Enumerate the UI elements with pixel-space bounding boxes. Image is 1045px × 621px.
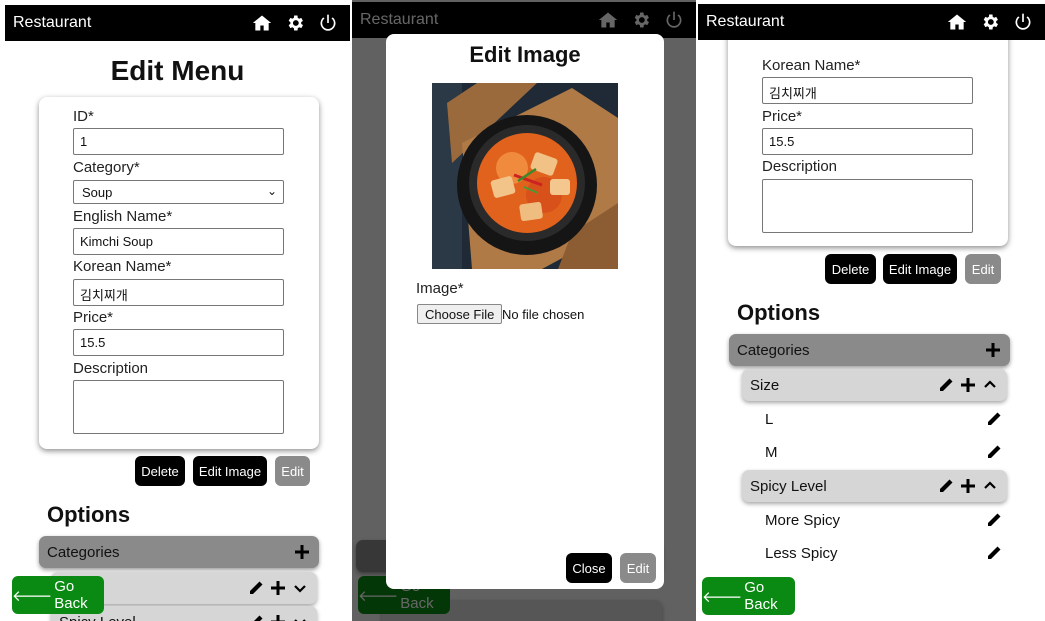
english-name-label: English Name* — [73, 208, 173, 225]
plus-icon[interactable] — [959, 477, 977, 495]
arrow-left-icon: 🡐 — [702, 588, 743, 606]
edit-menu-screen: Restaurant Edit Menu ID* 1 Category* Sou… — [5, 0, 350, 621]
price-label: Price* — [762, 108, 803, 125]
edit-image-button[interactable]: Edit Image — [193, 456, 267, 486]
brand-title[interactable]: Restaurant — [13, 14, 243, 32]
edit-image-screen: Restaurant 🡐 Go Back Edit Image — [352, 0, 696, 621]
chevron-down-icon: ⌄ — [266, 184, 277, 198]
option-item-label: L — [765, 410, 774, 428]
option-item: M — [765, 437, 1003, 467]
id-label: ID* — [73, 108, 94, 125]
arrow-left-icon: 🡐 — [12, 587, 53, 605]
pencil-icon[interactable] — [985, 544, 1003, 562]
categories-bar[interactable]: Categories — [39, 536, 319, 568]
pencil-icon[interactable] — [985, 410, 1003, 428]
id-input[interactable]: 1 — [73, 128, 284, 155]
description-textarea[interactable] — [762, 179, 973, 233]
home-icon[interactable] — [943, 8, 971, 36]
pencil-icon[interactable] — [937, 376, 955, 394]
menu-form-card: Kimchi Soup Korean Name* 김치찌개 Price* 15.… — [728, 10, 1008, 246]
korean-name-label: Korean Name* — [762, 57, 861, 74]
categories-label: Categories — [47, 543, 120, 561]
option-item: L — [765, 404, 1003, 434]
edit-image-button[interactable]: Edit Image — [883, 254, 957, 284]
edit-button[interactable]: Edit — [275, 456, 310, 486]
options-title: Options — [47, 502, 131, 527]
brand-title[interactable]: Restaurant — [706, 13, 938, 31]
categories-bar[interactable]: Categories — [729, 334, 1010, 366]
home-icon[interactable] — [248, 9, 276, 37]
menu-form-card: ID* 1 Category* Soup ⌄ English Name* Kim… — [39, 97, 319, 449]
pencil-icon[interactable] — [247, 579, 265, 597]
delete-button[interactable]: Delete — [135, 456, 185, 486]
option-group-name: Size — [750, 376, 780, 394]
chevron-down-icon[interactable] — [291, 579, 309, 597]
description-textarea[interactable] — [73, 380, 284, 434]
pencil-icon[interactable] — [985, 511, 1003, 529]
category-label: Category* — [73, 159, 140, 176]
edit-button[interactable]: Edit — [620, 553, 656, 583]
gear-icon[interactable] — [976, 8, 1004, 36]
option-item: Less Spicy — [765, 538, 1003, 568]
category-selected-value: Soup — [82, 185, 113, 200]
top-navbar: Restaurant — [5, 5, 350, 41]
no-file-text: No file chosen — [502, 307, 585, 322]
chevron-up-icon[interactable] — [981, 477, 999, 495]
plus-icon[interactable] — [984, 341, 1002, 359]
top-navbar: Restaurant — [698, 4, 1045, 40]
power-icon[interactable] — [1009, 8, 1037, 36]
chevron-up-icon[interactable] — [981, 376, 999, 394]
korean-name-input[interactable]: 김치찌개 — [73, 279, 284, 306]
description-label: Description — [762, 158, 838, 175]
pencil-icon[interactable] — [985, 443, 1003, 461]
edit-menu-scrolled-screen: Kimchi Soup Korean Name* 김치찌개 Price* 15.… — [698, 0, 1045, 621]
plus-icon[interactable] — [959, 376, 977, 394]
options-title: Options — [737, 300, 821, 325]
english-name-input[interactable]: Kimchi Soup — [73, 228, 284, 255]
go-back-label: Go Back — [744, 579, 778, 613]
edit-image-modal: Edit Image Image* Choose File No file ch… — [386, 34, 664, 589]
categories-label: Categories — [737, 341, 810, 359]
choose-file-button[interactable]: Choose File — [417, 304, 503, 324]
power-icon[interactable] — [314, 9, 342, 37]
edit-button[interactable]: Edit — [965, 254, 1001, 284]
option-item-label: M — [765, 443, 778, 461]
go-back-button[interactable]: 🡐 Go Back — [12, 576, 104, 614]
korean-name-label: Korean Name* — [73, 258, 172, 275]
option-group-name: Spicy Level — [750, 477, 827, 495]
page-title: Edit Menu — [110, 55, 245, 86]
go-back-label: Go Back — [54, 578, 88, 612]
category-select[interactable]: Soup ⌄ — [73, 180, 284, 204]
price-input[interactable]: 15.5 — [73, 329, 284, 356]
plus-icon[interactable] — [269, 579, 287, 597]
description-label: Description — [73, 360, 149, 377]
kimchi-soup-image — [432, 83, 618, 269]
image-label: Image* — [416, 280, 464, 297]
plus-icon[interactable] — [293, 543, 311, 561]
option-group-size[interactable]: Size — [742, 369, 1007, 401]
plus-icon[interactable] — [269, 613, 287, 621]
gear-icon[interactable] — [281, 9, 309, 37]
option-group-spicy-level[interactable]: Spicy Level — [742, 470, 1007, 502]
option-item-label: Less Spicy — [765, 544, 838, 562]
close-button[interactable]: Close — [566, 553, 612, 583]
modal-title: Edit Image — [469, 42, 581, 67]
pencil-icon[interactable] — [247, 613, 265, 621]
option-item: More Spicy — [765, 505, 1003, 535]
option-item-label: More Spicy — [765, 511, 841, 529]
delete-button[interactable]: Delete — [825, 254, 876, 284]
chevron-down-icon[interactable] — [291, 613, 309, 621]
price-label: Price* — [73, 309, 114, 326]
pencil-icon[interactable] — [937, 477, 955, 495]
price-input[interactable]: 15.5 — [762, 128, 973, 155]
go-back-button[interactable]: 🡐 Go Back — [702, 577, 795, 615]
korean-name-input[interactable]: 김치찌개 — [762, 77, 973, 104]
option-group-name: Spicy Level — [59, 614, 243, 621]
